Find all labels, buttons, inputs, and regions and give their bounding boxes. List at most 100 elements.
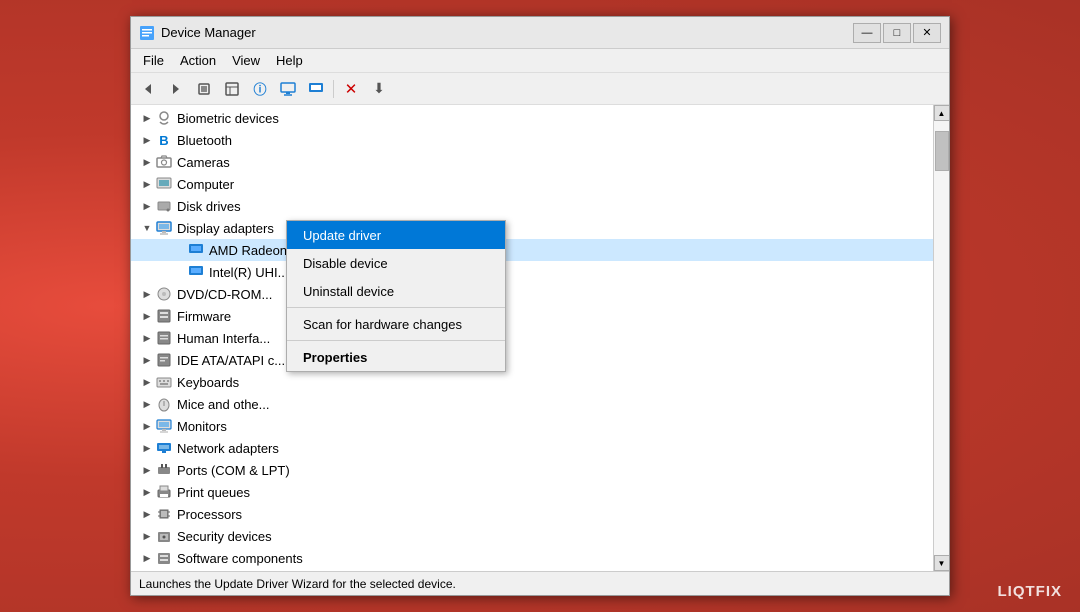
tree-item-keyboards[interactable]: ▶ Keyboards	[131, 371, 933, 393]
ctx-properties[interactable]: Properties	[287, 343, 505, 371]
ctx-scan-hardware[interactable]: Scan for hardware changes	[287, 310, 505, 338]
tree-item-ports[interactable]: ▶ Ports (COM & LPT)	[131, 459, 933, 481]
tree-item-print[interactable]: ▶ Print queues	[131, 481, 933, 503]
mice-label: Mice and othe...	[177, 397, 270, 412]
security-icon	[155, 527, 173, 545]
expander-disk[interactable]: ▶	[139, 198, 155, 214]
tree-item-ide[interactable]: ▶ IDE ATA/ATAPI c...	[131, 349, 933, 371]
expander-security[interactable]: ▶	[139, 528, 155, 544]
intel-icon	[187, 263, 205, 281]
menu-action[interactable]: Action	[172, 51, 224, 70]
tree-item-display[interactable]: ▼ Display adapters	[131, 217, 933, 239]
tree-item-bluetooth[interactable]: ▶ B Bluetooth	[131, 129, 933, 151]
scroll-track[interactable]	[934, 121, 949, 555]
expander-mice[interactable]: ▶	[139, 396, 155, 412]
tree-item-biometric[interactable]: ▶ Biometric devices	[131, 107, 933, 129]
expander-cameras[interactable]: ▶	[139, 154, 155, 170]
expander-software-comp[interactable]: ▶	[139, 550, 155, 566]
menu-file[interactable]: File	[135, 51, 172, 70]
network-icon	[155, 439, 173, 457]
toolbar-info[interactable]: ⓘ	[247, 77, 273, 101]
expander-processors[interactable]: ▶	[139, 506, 155, 522]
expander-dvd[interactable]: ▶	[139, 286, 155, 302]
toolbar-back[interactable]	[135, 77, 161, 101]
intel-label: Intel(R) UHI...	[209, 265, 288, 280]
close-button[interactable]: ✕	[913, 23, 941, 43]
disk-label: Disk drives	[177, 199, 241, 214]
status-bar: Launches the Update Driver Wizard for th…	[131, 571, 949, 595]
expander-firmware[interactable]: ▶	[139, 308, 155, 324]
window-controls: — □ ✕	[853, 23, 941, 43]
ports-label: Ports (COM & LPT)	[177, 463, 290, 478]
mouse-icon	[155, 395, 173, 413]
scroll-thumb[interactable]	[935, 131, 949, 171]
context-menu: Update driver Disable device Uninstall d…	[286, 220, 506, 372]
title-bar: Device Manager — □ ✕	[131, 17, 949, 49]
ctx-disable-device[interactable]: Disable device	[287, 249, 505, 277]
tree-item-processors[interactable]: ▶ Processors	[131, 503, 933, 525]
security-label: Security devices	[177, 529, 272, 544]
tree-item-security[interactable]: ▶ Security devices	[131, 525, 933, 547]
expander-print[interactable]: ▶	[139, 484, 155, 500]
keyboard-icon	[155, 373, 173, 391]
maximize-button[interactable]: □	[883, 23, 911, 43]
toolbar: ⓘ ✕ ⬇	[131, 73, 949, 105]
amd-icon	[187, 241, 205, 259]
tree-item-firmware[interactable]: ▶ Firmware	[131, 305, 933, 327]
print-label: Print queues	[177, 485, 250, 500]
monitors-label: Monitors	[177, 419, 227, 434]
toolbar-display[interactable]	[275, 77, 301, 101]
toolbar-separator	[333, 80, 334, 98]
dvd-icon	[155, 285, 173, 303]
tree-item-monitors[interactable]: ▶ Monitors	[131, 415, 933, 437]
expander-keyboards[interactable]: ▶	[139, 374, 155, 390]
tree-item-software-dev[interactable]: ▶ Software devices	[131, 569, 933, 571]
tree-item-network[interactable]: ▶ Network adapters	[131, 437, 933, 459]
tree-item-computer[interactable]: ▶ Computer	[131, 173, 933, 195]
tree-item-software-comp[interactable]: ▶ Software components	[131, 547, 933, 569]
display-adapter-icon	[155, 219, 173, 237]
ctx-uninstall-device[interactable]: Uninstall device	[287, 277, 505, 305]
tree-item-mice[interactable]: ▶ Mice and othe...	[131, 393, 933, 415]
software-comp-label: Software components	[177, 551, 303, 566]
expander-hid[interactable]: ▶	[139, 330, 155, 346]
processor-icon	[155, 505, 173, 523]
expander-biometric[interactable]: ▶	[139, 110, 155, 126]
toolbar-delete[interactable]: ✕	[338, 77, 364, 101]
tree-item-disk[interactable]: ▶ Disk drives	[131, 195, 933, 217]
tree-item-amd[interactable]: ▶ AMD Radeon (TM) RX 640	[131, 239, 933, 261]
expander-computer[interactable]: ▶	[139, 176, 155, 192]
processors-label: Processors	[177, 507, 242, 522]
bluetooth-icon: B	[155, 131, 173, 149]
printer-icon	[155, 483, 173, 501]
expander-ports[interactable]: ▶	[139, 462, 155, 478]
toolbar-map[interactable]	[219, 77, 245, 101]
menu-view[interactable]: View	[224, 51, 268, 70]
tree-item-intel[interactable]: ▶ Intel(R) UHI...	[131, 261, 933, 283]
tree-item-hid[interactable]: ▶ Human Interfa...	[131, 327, 933, 349]
hid-icon	[155, 329, 173, 347]
minimize-button[interactable]: —	[853, 23, 881, 43]
toolbar-forward[interactable]	[163, 77, 189, 101]
toolbar-up[interactable]	[191, 77, 217, 101]
tree-panel[interactable]: ▶ Biometric devices ▶ B Bluetooth ▶ Came…	[131, 105, 933, 571]
firmware-label: Firmware	[177, 309, 231, 324]
expander-display[interactable]: ▼	[139, 220, 155, 236]
keyboards-label: Keyboards	[177, 375, 239, 390]
expander-ide[interactable]: ▶	[139, 352, 155, 368]
ctx-update-driver[interactable]: Update driver	[287, 221, 505, 249]
tree-item-cameras[interactable]: ▶ Cameras	[131, 151, 933, 173]
toolbar-download[interactable]: ⬇	[366, 77, 392, 101]
scroll-up-btn[interactable]: ▲	[934, 105, 950, 121]
expander-monitors[interactable]: ▶	[139, 418, 155, 434]
dvd-label: DVD/CD-ROM...	[177, 287, 272, 302]
expander-bluetooth[interactable]: ▶	[139, 132, 155, 148]
toolbar-network[interactable]	[303, 77, 329, 101]
expander-network[interactable]: ▶	[139, 440, 155, 456]
computer-icon	[155, 175, 173, 193]
ide-label: IDE ATA/ATAPI c...	[177, 353, 285, 368]
tree-item-dvd[interactable]: ▶ DVD/CD-ROM...	[131, 283, 933, 305]
monitor-icon	[155, 417, 173, 435]
scroll-down-btn[interactable]: ▼	[934, 555, 950, 571]
menu-help[interactable]: Help	[268, 51, 311, 70]
